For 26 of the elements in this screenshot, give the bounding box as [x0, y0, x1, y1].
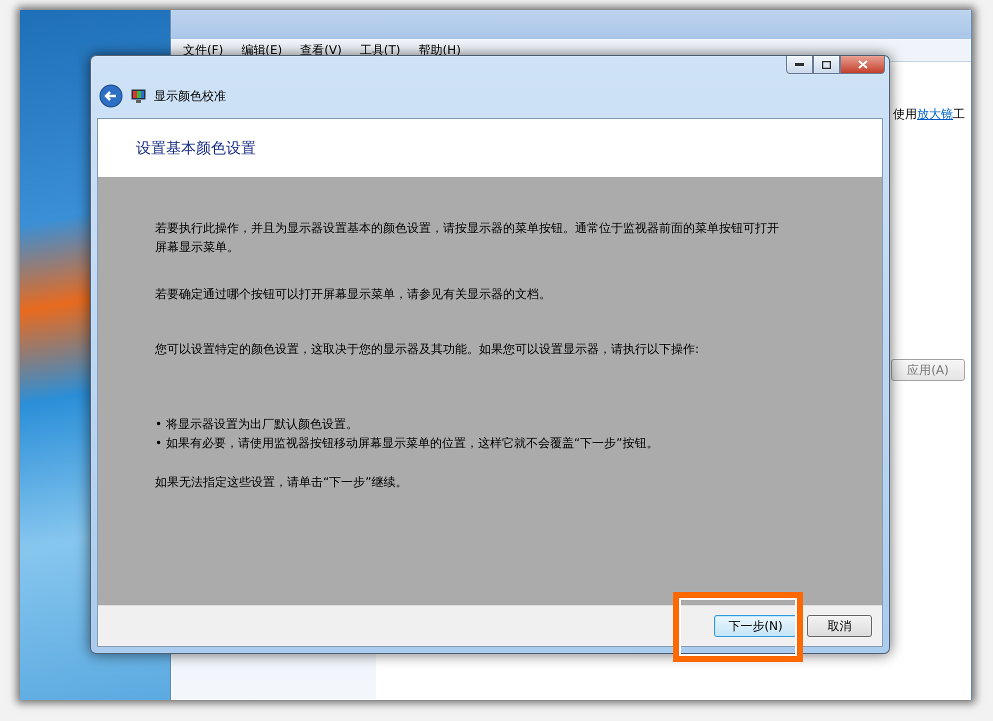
minimize-button[interactable]: [786, 56, 813, 74]
window-title: 显示颜色校准: [154, 88, 226, 104]
cancel-button[interactable]: 取消: [807, 615, 872, 637]
maximize-icon: [822, 60, 831, 68]
menu-item[interactable]: 编辑(E): [241, 42, 282, 58]
menu-item[interactable]: 工具(T): [360, 42, 400, 58]
back-icon[interactable]: [99, 84, 123, 108]
menu-item[interactable]: 帮助(H): [418, 42, 461, 58]
maximize-button[interactable]: [813, 56, 840, 74]
body-text: 使用放大镜工: [893, 106, 965, 123]
instruction-text: 如果无法指定这些设置，请单击“下一步”继续。: [155, 474, 408, 491]
instruction-text: 若要确定通过哪个按钮可以打开屏幕显示菜单，请参见有关显示器的文档。: [155, 286, 552, 303]
next-button[interactable]: 下一步(N): [714, 615, 797, 637]
minimize-icon: [795, 63, 804, 66]
instruction-text: 您可以设置特定的颜色设置，这取决于您的显示器及其功能。如果您可以设置显示器，请执行以下操作:: [155, 341, 700, 358]
page-heading: 设置基本颜色设置: [136, 138, 256, 158]
monitor-icon: [131, 89, 146, 103]
close-button[interactable]: [840, 56, 885, 74]
menu-item[interactable]: 查看(V): [300, 42, 342, 58]
apply-button[interactable]: 应用(A): [891, 359, 965, 381]
instruction-text: 若要执行此操作，并且为显示器设置基本的颜色设置，请按显示器的菜单按钮。通常位于监视器前面的菜单按钮可打开屏幕显示菜单。: [155, 220, 779, 256]
bullet-item: • 如果有必要，请使用监视器按钮移动屏幕显示菜单的位置，这样它就不会覆盖“下一步”按钮。: [155, 435, 660, 452]
bullet-item: • 将显示器设置为出厂默认颜色设置。: [155, 416, 359, 433]
menu-item[interactable]: 文件(F): [183, 42, 224, 58]
close-icon: [858, 60, 868, 69]
magnifier-link[interactable]: 放大镜: [917, 107, 953, 121]
